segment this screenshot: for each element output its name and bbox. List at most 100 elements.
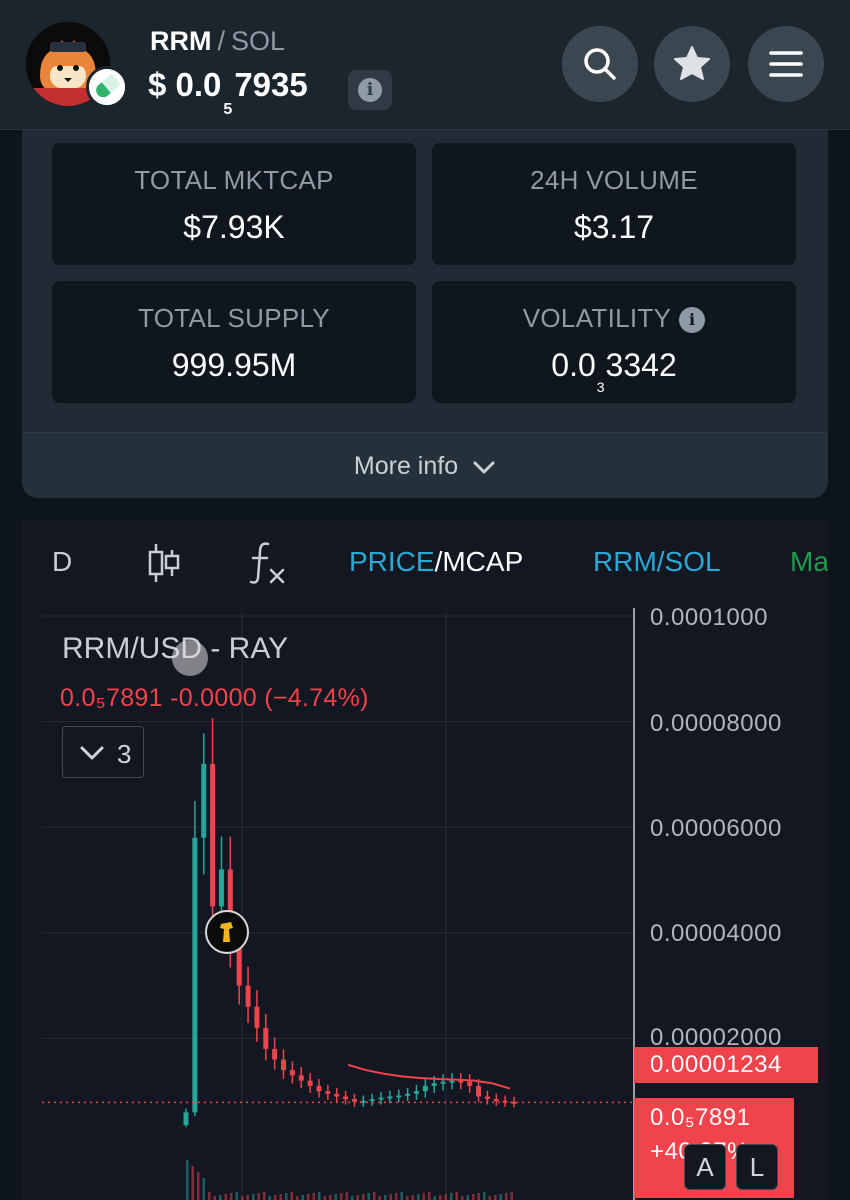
volume-bar — [417, 1194, 420, 1200]
candle-body — [325, 1091, 331, 1094]
price-zero-count: 5 — [223, 100, 233, 118]
volume-bar — [257, 1193, 260, 1200]
price-chart[interactable]: D PRICE/MCAP RRM/SOL Ma RRM/USD - RAY 0.… — [22, 520, 828, 1200]
candle-body — [343, 1096, 349, 1100]
search-button[interactable] — [562, 26, 638, 102]
info-icon: i — [358, 78, 382, 102]
search-icon — [584, 48, 616, 80]
price-option: PRICE — [349, 546, 435, 577]
volume-bar — [290, 1192, 293, 1200]
volume-bar — [494, 1195, 497, 1200]
volume-bar — [356, 1195, 359, 1200]
volume-bar — [197, 1172, 200, 1200]
volume-bar — [389, 1194, 392, 1200]
volume-bar — [373, 1192, 376, 1200]
volume-bar — [191, 1166, 194, 1200]
candles-icon[interactable] — [147, 542, 181, 584]
volume-bar — [230, 1193, 233, 1200]
stat-24h-volume: 24H VOLUME $3.17 — [432, 143, 796, 265]
volume-bar — [450, 1193, 453, 1200]
chart-legend-ohlc: 0.0₅7891 -0.0000 (−4.74%) — [60, 684, 369, 712]
volume-bar — [219, 1195, 222, 1200]
candle-body — [413, 1091, 419, 1094]
volume-bar — [301, 1195, 304, 1200]
volume-bar — [499, 1194, 502, 1200]
volume-bar — [510, 1192, 513, 1200]
stat-label: VOLATILITY i — [432, 303, 796, 334]
volume-bar — [411, 1195, 414, 1200]
volatility-label: VOLATILITY — [522, 303, 672, 333]
volume-bar — [461, 1196, 464, 1200]
token-price: $ 0.057935 — [148, 66, 308, 118]
indicator-count: 3 — [117, 739, 132, 769]
solana-marker-icon[interactable] — [172, 640, 208, 676]
candle-body — [405, 1093, 411, 1096]
pair-toggle[interactable]: RRM/SOL — [593, 546, 721, 578]
mcap-option: MCAP — [442, 546, 524, 577]
log-scale-button[interactable]: L — [736, 1144, 778, 1190]
candle-body — [245, 985, 251, 1007]
volume-bar — [378, 1196, 381, 1200]
candle-body — [511, 1101, 517, 1104]
stat-total-mktcap: TOTAL MKTCAP $7.93K — [52, 143, 416, 265]
volatility-lead: 0.0 — [551, 347, 596, 383]
more-info-button[interactable]: More info — [22, 432, 828, 498]
moving-average-line — [347, 1063, 511, 1090]
price-info-button[interactable]: i — [348, 70, 392, 110]
menu-icon — [769, 51, 803, 77]
candle-body — [254, 1006, 260, 1028]
candle-body — [316, 1085, 322, 1092]
indicators-fx-icon[interactable] — [248, 540, 288, 586]
alert-marker-icon[interactable] — [205, 910, 249, 954]
volume-bar — [477, 1193, 480, 1200]
candle-body — [476, 1085, 482, 1097]
candle-body — [449, 1080, 455, 1083]
interval-selector[interactable]: D — [52, 546, 72, 578]
volatility-zero-count: 3 — [596, 379, 605, 396]
legend-collapse-button[interactable]: 3 — [62, 726, 144, 778]
candle-body — [272, 1048, 278, 1060]
chevron-down-icon — [473, 461, 495, 474]
volume-bar — [318, 1192, 321, 1200]
price-lead: 0.0 — [175, 66, 222, 103]
candle-body — [298, 1075, 304, 1081]
candle-body — [307, 1080, 313, 1086]
volume-bar — [428, 1192, 431, 1200]
stat-label: TOTAL SUPPLY — [138, 303, 330, 333]
volume-bar — [422, 1193, 425, 1200]
ma-price-tag: 0.00001234 — [634, 1047, 818, 1083]
auto-scale-button[interactable]: A — [684, 1144, 726, 1190]
stat-value: $3.17 — [573, 209, 655, 245]
favorite-button[interactable] — [654, 26, 730, 102]
token-stats-panel: TOTAL MKTCAP $7.93K 24H VOLUME $3.17 TOT… — [22, 130, 828, 498]
candle-body — [218, 869, 224, 907]
volume-bar — [329, 1195, 332, 1200]
candle-body — [431, 1083, 437, 1086]
volume-bar — [323, 1196, 326, 1200]
volume-bar — [274, 1195, 277, 1200]
candle-body — [263, 1027, 269, 1049]
candle-body — [493, 1099, 499, 1102]
ma-toggle[interactable]: Ma — [790, 546, 828, 578]
menu-button[interactable] — [748, 26, 824, 102]
volume-bar — [307, 1194, 310, 1200]
volume-bar — [224, 1194, 227, 1200]
volume-bar — [345, 1192, 348, 1200]
volatility-info-icon[interactable]: i — [679, 307, 706, 333]
candle-body — [192, 837, 198, 1113]
candle-body — [289, 1070, 295, 1076]
volume-bar — [213, 1196, 216, 1200]
volume-bar — [395, 1193, 398, 1200]
last-price: 0.0₅7891 — [650, 1104, 751, 1131]
volume-bar — [246, 1195, 249, 1200]
volume-bar — [455, 1192, 458, 1200]
volume-bar — [505, 1193, 508, 1200]
chevron-down-icon — [80, 746, 104, 760]
candle-body — [387, 1096, 393, 1099]
price-axis-label: 0.00008000 — [650, 710, 782, 737]
price-mcap-toggle[interactable]: PRICE/MCAP — [349, 546, 523, 578]
volume-bar — [400, 1192, 403, 1200]
volume-bar — [208, 1192, 211, 1200]
candle-body — [467, 1081, 473, 1086]
candle-body — [378, 1097, 384, 1100]
